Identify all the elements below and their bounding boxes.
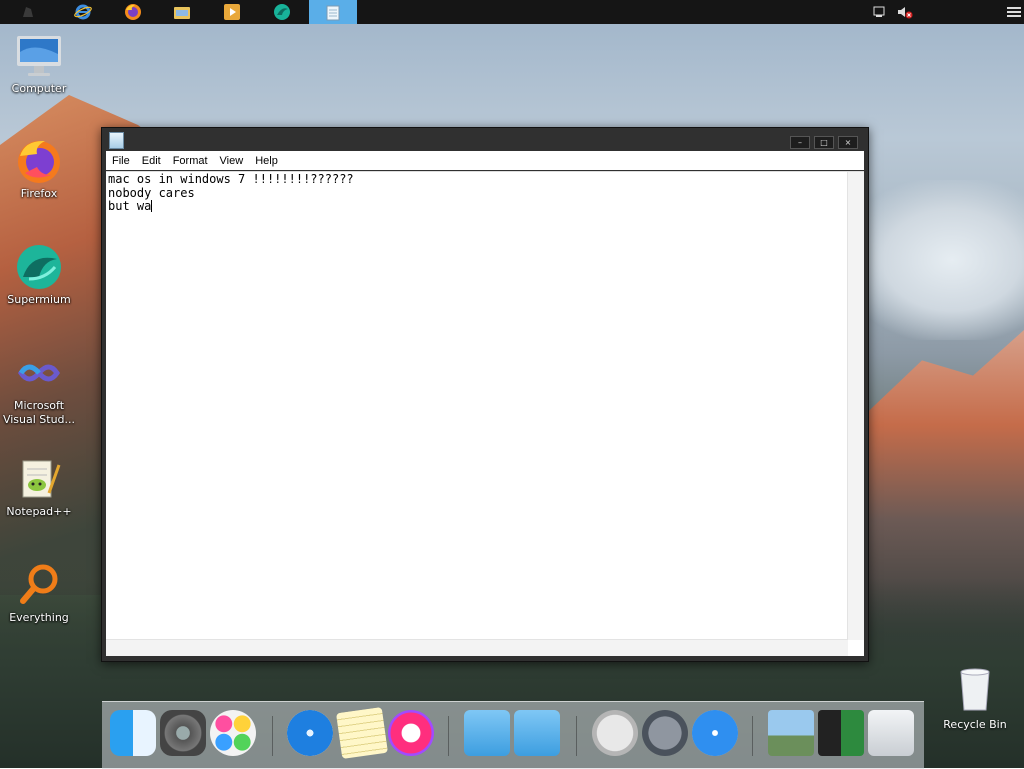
itunes-icon[interactable] xyxy=(388,710,434,756)
horizontal-scrollbar[interactable] xyxy=(106,639,848,656)
menu-bar: File Edit Format View Help xyxy=(106,151,864,170)
desktop-icon-firefox[interactable]: Firefox xyxy=(1,137,77,201)
taskbar-supermium[interactable] xyxy=(258,0,306,24)
taskbar-firefox[interactable] xyxy=(109,0,157,24)
desktop-icon-label: Microsoft Visual Stud... xyxy=(2,399,76,426)
photo-booth-icon[interactable] xyxy=(818,710,864,756)
desktop-icon-supermium[interactable]: Supermium xyxy=(1,243,77,307)
menu-format[interactable]: Format xyxy=(167,155,214,167)
notepadpp-icon xyxy=(15,455,63,503)
dock-separator xyxy=(752,716,753,756)
taskbar-file-explorer[interactable] xyxy=(158,0,206,24)
maximize-button[interactable]: □ xyxy=(814,136,834,149)
recycle-bin-icon xyxy=(960,668,990,711)
computer-icon xyxy=(15,32,63,80)
vertical-scrollbar[interactable] xyxy=(847,172,864,640)
action-center-icon[interactable] xyxy=(872,4,888,20)
editor-line: mac os in windows 7 !!!!!!!!?????? xyxy=(108,172,354,186)
text-editor-area[interactable]: mac os in windows 7 !!!!!!!!?????? nobody… xyxy=(106,171,864,656)
desktop-icon-recycle-bin[interactable]: Recycle Bin xyxy=(942,666,1008,731)
file-explorer-icon xyxy=(174,7,190,19)
editor-line-last: but wa xyxy=(108,199,354,214)
minimize-button[interactable]: – xyxy=(790,136,810,149)
media-player-icon xyxy=(224,4,240,20)
desktop-icon-label: Supermium xyxy=(7,293,71,306)
firefox-icon xyxy=(15,137,63,185)
taskbar-system-menu[interactable] xyxy=(4,0,52,24)
desktop-icon-label: Computer xyxy=(11,82,67,95)
volume-muted-icon[interactable] xyxy=(897,4,913,20)
dock-separator xyxy=(576,716,577,756)
app-store-icon[interactable] xyxy=(692,710,738,756)
notes-icon[interactable] xyxy=(336,707,388,759)
notepad-icon xyxy=(109,132,124,149)
supermium-icon xyxy=(15,243,63,291)
trash-icon[interactable] xyxy=(868,710,914,756)
internet-explorer-icon xyxy=(74,4,92,20)
editor-line: but wa xyxy=(108,199,152,213)
close-button[interactable]: × xyxy=(838,136,858,149)
dock-separator xyxy=(272,716,273,756)
editor-content: mac os in windows 7 !!!!!!!!?????? nobody… xyxy=(108,172,354,214)
safari-icon[interactable] xyxy=(287,710,333,756)
desktop-icon-visual-studio[interactable]: Microsoft Visual Stud... xyxy=(1,349,77,427)
taskbar-internet-explorer[interactable] xyxy=(59,0,107,24)
desktop-icon-everything[interactable]: Everything xyxy=(1,561,77,625)
menu-edit[interactable]: Edit xyxy=(136,155,167,167)
preview-icon[interactable] xyxy=(768,710,814,756)
taskbar-media-player[interactable] xyxy=(208,0,256,24)
system-preferences-icon[interactable] xyxy=(160,710,206,756)
text-caret xyxy=(151,200,153,212)
menu-help[interactable]: Help xyxy=(249,155,284,167)
editor-line: nobody cares xyxy=(108,185,195,200)
taskbar-notepad[interactable] xyxy=(309,0,357,24)
menu-file[interactable]: File xyxy=(106,155,136,167)
power-icon[interactable] xyxy=(592,710,638,756)
visual-studio-icon xyxy=(15,349,63,397)
game-center-icon[interactable] xyxy=(210,710,256,756)
window-titlebar[interactable]: – □ × xyxy=(102,128,868,151)
desktop-icon-notepadpp[interactable]: Notepad++ xyxy=(1,455,77,519)
desktop-icon-label: Recycle Bin xyxy=(943,718,1007,731)
wallpaper-cloud xyxy=(844,180,1024,340)
supermium-icon xyxy=(274,4,290,20)
launchpad-icon[interactable] xyxy=(642,710,688,756)
system-menu-icon xyxy=(23,7,33,17)
menu-lines-icon[interactable] xyxy=(1006,4,1022,20)
finder-icon[interactable] xyxy=(110,710,156,756)
desktop-icon-label: Notepad++ xyxy=(6,505,72,518)
everything-search-icon xyxy=(15,561,63,609)
desktop-icon-label: Everything xyxy=(9,611,69,624)
firefox-icon xyxy=(125,4,141,20)
dock xyxy=(102,701,924,769)
notepad-icon xyxy=(326,5,340,20)
dock-separator xyxy=(448,716,449,756)
desktop-icon-label: Firefox xyxy=(20,187,58,200)
taskbar xyxy=(0,0,1024,24)
applications-folder-icon[interactable] xyxy=(514,710,560,756)
menu-view[interactable]: View xyxy=(214,155,250,167)
notepad-window[interactable]: – □ × File Edit Format View Help mac os … xyxy=(101,127,869,662)
folder-icon[interactable] xyxy=(464,710,510,756)
desktop-icon-computer[interactable]: Computer xyxy=(1,32,77,96)
